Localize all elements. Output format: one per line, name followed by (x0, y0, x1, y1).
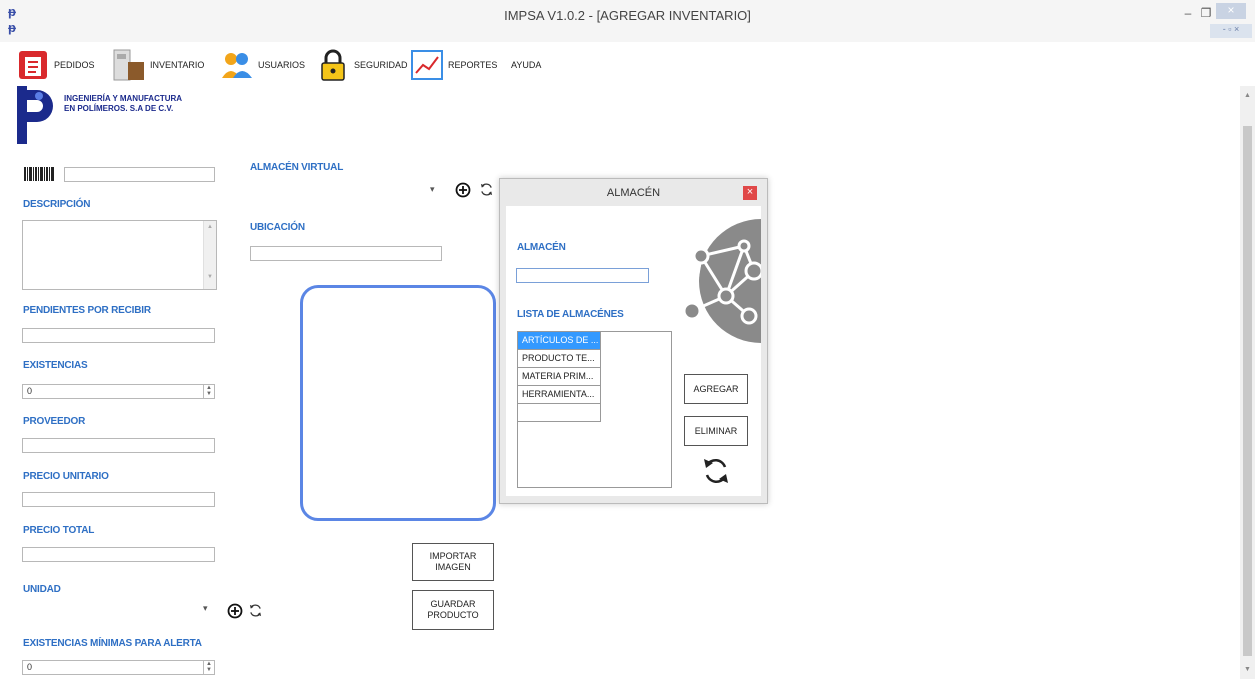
network-icon (682, 219, 761, 343)
orders-icon (19, 51, 47, 79)
menu-pedidos-label: PEDIDOS (54, 60, 95, 70)
ubicacion-input[interactable] (250, 246, 442, 261)
existencias-min-value: 0 (27, 662, 33, 672)
menu-ayuda-label: AYUDA (511, 60, 542, 70)
users-icon (222, 53, 252, 78)
minimize-button[interactable]: – (1180, 6, 1196, 20)
agregar-button[interactable]: AGREGAR (684, 374, 748, 404)
spinner-arrows-icon[interactable]: ▲ ▼ (203, 385, 214, 398)
menu-reportes-label: REPORTES (448, 60, 498, 70)
refresh-list-icon[interactable] (701, 456, 731, 486)
scrollbar-thumb[interactable] (1243, 126, 1252, 656)
guardar-producto-button[interactable]: GUARDAR PRODUCTO (412, 590, 494, 630)
menu-inventario[interactable]: INVENTARIO (112, 48, 204, 82)
barcode-icon (24, 167, 54, 181)
spinner-arrows-icon[interactable]: ▲ ▼ (203, 661, 214, 674)
existencias-label: EXISTENCIAS (23, 360, 88, 371)
pendientes-label: PENDIENTES POR RECIBIR (23, 305, 151, 316)
company-name-line1: INGENIERÍA Y MANUFACTURA (64, 94, 183, 103)
company-name-line2: EN POLÍMEROS. S.A DE C.V. (64, 104, 174, 113)
almacen-dialog-body: ALMACÉN LISTA DE ALMACÉNES ARTÍCULOS DE … (506, 206, 761, 496)
add-unidad-icon[interactable] (227, 603, 243, 619)
precio-unitario-label: PRECIO UNITARIO (23, 471, 109, 482)
close-button[interactable]: × (1216, 3, 1246, 19)
list-item[interactable]: MATERIA PRIM... (518, 368, 600, 386)
menu-ayuda[interactable]: AYUDA (511, 60, 541, 70)
descripcion-label: DESCRIPCIÓN (23, 199, 91, 210)
title-bar: ᵽ ᵽ IMPSA V1.0.2 - [AGREGAR INVENTARIO] … (0, 0, 1255, 42)
precio-total-input[interactable] (22, 547, 215, 562)
menu-reportes[interactable]: REPORTES (410, 48, 497, 82)
scroll-down-icon[interactable]: ▼ (1240, 666, 1255, 673)
precio-total-label: PRECIO TOTAL (23, 525, 95, 536)
precio-unitario-input[interactable] (22, 492, 215, 507)
lock-icon (321, 49, 345, 81)
chevron-down-icon[interactable]: ▾ (203, 603, 208, 613)
list-item[interactable]: HERRAMIENTA... (518, 386, 600, 404)
unidad-label: UNIDAD (23, 584, 61, 595)
existencias-min-label: EXISTENCIAS MÍNIMAS PARA ALERTA (23, 638, 202, 649)
menu-bar: PEDIDOS INVENTARIO USUARIOS SEGURIDAD RE… (0, 42, 1255, 86)
chart-icon (411, 50, 443, 80)
ubicacion-label: UBICACIÓN (250, 222, 305, 233)
almacenes-list[interactable]: ARTÍCULOS DE ... PRODUCTO TE... MATERIA … (517, 331, 672, 488)
guardar-label-1: GUARDAR (430, 599, 476, 609)
refresh-almacen-icon[interactable] (479, 182, 494, 197)
existencias-min-stepper[interactable]: 0 ▲ ▼ (22, 660, 215, 675)
proveedor-label: PROVEEDOR (23, 416, 86, 427)
almacen-name-input[interactable] (516, 268, 649, 283)
pendientes-input[interactable] (22, 328, 215, 343)
mdi-controls[interactable]: - ▫ × (1210, 24, 1252, 38)
barcode-input[interactable] (64, 167, 215, 182)
refresh-unidad-icon[interactable] (248, 603, 263, 618)
eliminar-button[interactable]: ELIMINAR (684, 416, 748, 446)
scroll-up-icon[interactable]: ▲ (1240, 92, 1255, 99)
main-scrollbar[interactable]: ▲ ▼ (1240, 86, 1255, 679)
almacenes-list-column: ARTÍCULOS DE ... PRODUCTO TE... MATERIA … (518, 332, 601, 422)
almacen-virtual-dropdown[interactable]: ▾ (430, 184, 435, 195)
menu-seguridad[interactable]: SEGURIDAD (316, 48, 408, 82)
almacen-dialog: ALMACÉN × ALMACÉN LISTA DE ALMACÉNES ART… (499, 178, 768, 504)
importar-label-2: IMAGEN (435, 562, 471, 572)
menu-usuarios[interactable]: USUARIOS (220, 48, 305, 82)
proveedor-input[interactable] (22, 438, 215, 453)
add-almacen-icon[interactable] (455, 182, 471, 198)
importar-label-1: IMPORTAR (429, 551, 477, 561)
menu-inventario-label: INVENTARIO (150, 60, 205, 70)
product-image-frame (300, 285, 496, 521)
company-logo (17, 86, 53, 144)
dialog-close-icon[interactable]: × (743, 186, 757, 200)
scroll-down-icon[interactable]: ▼ (204, 274, 216, 280)
existencias-stepper[interactable]: 0 ▲ ▼ (22, 384, 215, 399)
existencias-value: 0 (27, 386, 33, 396)
menu-pedidos[interactable]: PEDIDOS (16, 48, 95, 82)
menu-seguridad-label: SEGURIDAD (354, 60, 408, 70)
maximize-button[interactable]: ❐ (1198, 6, 1214, 20)
descripcion-textarea[interactable]: ▲ ▼ (22, 220, 217, 290)
list-item[interactable]: ARTÍCULOS DE ... (518, 332, 600, 350)
importar-imagen-button[interactable]: IMPORTAR IMAGEN (412, 543, 494, 581)
list-item[interactable] (518, 404, 600, 422)
almacen-name-label: ALMACÉN (517, 242, 566, 253)
guardar-label-2: PRODUCTO (427, 610, 479, 620)
menu-usuarios-label: USUARIOS (258, 60, 306, 70)
unidad-dropdown[interactable]: ▾ (203, 603, 208, 614)
almacen-dialog-title: ALMACÉN (606, 187, 661, 199)
chevron-down-icon[interactable]: ▾ (430, 184, 435, 194)
list-item[interactable]: PRODUCTO TE... (518, 350, 600, 368)
window-title: IMPSA V1.0.2 - [AGREGAR INVENTARIO] (504, 8, 751, 23)
almacen-dialog-titlebar[interactable]: ALMACÉN × (500, 179, 767, 206)
company-name: INGENIERÍA Y MANUFACTURA EN POLÍMEROS. S… (64, 94, 182, 114)
lista-almacenes-label: LISTA DE ALMACÉNES (517, 309, 624, 320)
scroll-up-icon[interactable]: ▲ (204, 224, 216, 230)
descripcion-scrollbar[interactable]: ▲ ▼ (203, 221, 216, 289)
almacen-virtual-label: ALMACÉN VIRTUAL (250, 162, 344, 173)
inventory-icon (113, 49, 144, 81)
